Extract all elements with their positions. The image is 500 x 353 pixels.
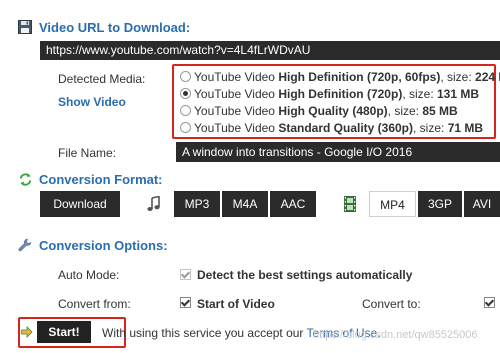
auto-mode-label: Auto Mode: bbox=[58, 268, 120, 282]
detected-media-highlight: YouTube Video High Definition (720p, 60f… bbox=[172, 64, 500, 139]
media-option-quality: High Definition (720p, 60fps) bbox=[278, 70, 441, 84]
media-option-quality: High Definition (720p) bbox=[278, 87, 403, 101]
media-option-size-label: , size: bbox=[387, 104, 423, 118]
media-option-size: 85 MB bbox=[422, 104, 458, 118]
media-option[interactable]: YouTube Video High Definition (720p), si… bbox=[180, 86, 479, 102]
media-option-size: 224 MB bbox=[475, 70, 500, 84]
file-name-field[interactable]: A window into transitions - Google I/O 2… bbox=[176, 142, 500, 162]
video-url-field[interactable]: https://www.youtube.com/watch?v=4L4fLrWD… bbox=[40, 41, 500, 60]
media-option-quality: High Quality (480p) bbox=[278, 104, 388, 118]
media-option-size-label: , size: bbox=[402, 87, 437, 101]
media-option[interactable]: YouTube Video High Quality (480p), size:… bbox=[180, 103, 458, 119]
format-aac-button[interactable]: AAC bbox=[270, 191, 316, 217]
watermark: https://blog.csdn.net/qw85525006 bbox=[313, 329, 478, 341]
media-option-prefix: YouTube Video bbox=[194, 121, 279, 135]
convert-from-text: Start of Video bbox=[197, 297, 275, 311]
start-button[interactable]: Start! bbox=[37, 321, 91, 343]
checkbox-disabled[interactable] bbox=[180, 269, 191, 280]
video-url-title: Video URL to Download: bbox=[39, 20, 191, 35]
convert-from-label: Convert from: bbox=[58, 297, 131, 311]
conversion-format-title: Conversion Format: bbox=[39, 172, 163, 187]
terms-prefix: With using this service you accept our bbox=[102, 326, 304, 340]
media-option[interactable]: YouTube Video High Definition (720p, 60f… bbox=[180, 69, 500, 85]
media-option-prefix: YouTube Video bbox=[194, 104, 279, 118]
media-option[interactable]: YouTube Video Standard Quality (360p), s… bbox=[180, 120, 483, 136]
music-note-icon bbox=[147, 195, 161, 212]
detected-media-label: Detected Media: bbox=[58, 72, 146, 86]
convert-to-label: Convert to: bbox=[362, 297, 421, 311]
convert-from-checkbox[interactable] bbox=[180, 296, 191, 310]
arrow-right-icon bbox=[20, 326, 33, 338]
media-option-quality: Standard Quality (360p) bbox=[278, 121, 414, 135]
auto-mode-checkbox[interactable] bbox=[180, 268, 191, 282]
conversion-options-title: Conversion Options: bbox=[39, 238, 168, 253]
format-3gp-button[interactable]: 3GP bbox=[418, 191, 462, 217]
format-mp4-button-selected[interactable]: MP4 bbox=[369, 191, 416, 217]
download-button[interactable]: Download bbox=[40, 191, 120, 217]
file-name-label: File Name: bbox=[58, 146, 117, 160]
format-m4a-button[interactable]: M4A bbox=[222, 191, 268, 217]
format-avi-button[interactable]: AVI bbox=[464, 191, 500, 217]
media-option-size-label: , size: bbox=[440, 70, 476, 84]
media-option-size-label: , size: bbox=[413, 121, 448, 135]
media-option-size: 131 MB bbox=[437, 87, 480, 101]
radio-button[interactable] bbox=[180, 71, 191, 82]
wrench-icon bbox=[18, 238, 32, 252]
convert-arrows-icon bbox=[18, 172, 33, 187]
checkbox-checked[interactable] bbox=[180, 297, 191, 308]
media-option-size: 71 MB bbox=[447, 121, 484, 135]
film-strip-icon bbox=[344, 196, 356, 212]
radio-button[interactable] bbox=[180, 122, 191, 133]
radio-button[interactable] bbox=[180, 105, 191, 116]
media-option-prefix: YouTube Video bbox=[194, 87, 279, 101]
auto-mode-text: Detect the best settings automatically bbox=[197, 268, 413, 282]
checkbox-checked[interactable] bbox=[484, 297, 495, 308]
radio-button-selected[interactable] bbox=[180, 88, 191, 99]
media-option-prefix: YouTube Video bbox=[194, 70, 279, 84]
format-mp3-button[interactable]: MP3 bbox=[174, 191, 220, 217]
save-disk-icon bbox=[18, 20, 32, 34]
show-video-link[interactable]: Show Video bbox=[58, 95, 126, 109]
convert-to-checkbox[interactable] bbox=[484, 296, 495, 310]
